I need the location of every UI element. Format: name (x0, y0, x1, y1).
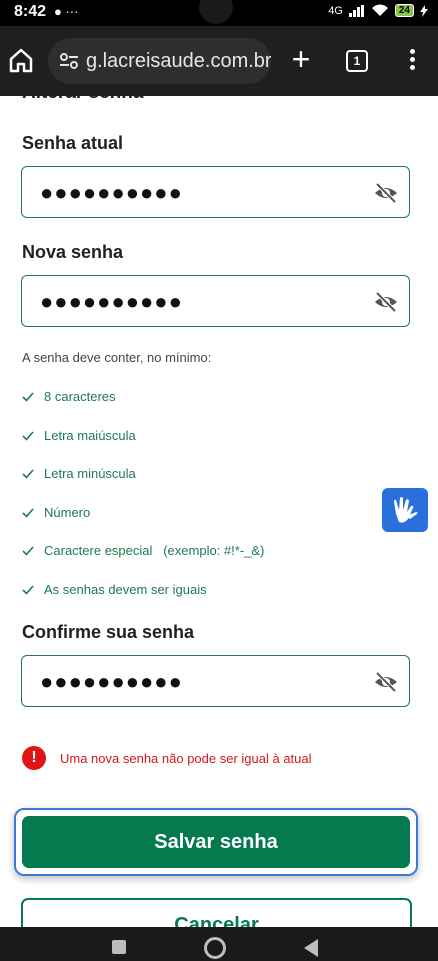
check-icon (22, 468, 34, 479)
rule-text: 8 caracteres (44, 389, 116, 404)
save-password-button[interactable]: Salvar senha (22, 816, 410, 868)
browser-toolbar: g.lacreisaude.com.br + 1 (0, 26, 438, 96)
new-password-value: ●●●●●●●●●● (40, 289, 183, 314)
error-icon: ! (22, 746, 46, 770)
new-tab-icon[interactable]: + (288, 43, 314, 76)
home-nav-icon[interactable] (204, 937, 226, 959)
rule-item: Letra minúscula (22, 466, 136, 481)
check-icon (22, 545, 34, 556)
current-password-label: Senha atual (22, 133, 124, 153)
site-settings-icon[interactable] (58, 50, 80, 72)
system-nav-bar (0, 927, 438, 961)
password-rules-intro: A senha deve conter, no mínimo: (22, 350, 212, 365)
check-icon (22, 584, 34, 595)
rule-item: Letra maiúscula (22, 428, 136, 443)
rule-text: As senhas devem ser iguais (44, 582, 207, 597)
url-text: g.lacreisaude.com.br (85, 49, 271, 72)
signal-icon (348, 4, 364, 17)
rule-item: As senhas devem ser iguais (22, 582, 207, 597)
error-message: ! Uma nova senha não pode ser igual à at… (22, 746, 312, 770)
cancel-button[interactable]: Cancelar (21, 898, 412, 927)
current-password-field[interactable]: ●●●●●●●●●● (21, 166, 410, 218)
notification-icons: ● ··· (54, 4, 79, 19)
recents-icon[interactable] (112, 940, 126, 954)
status-indicators: 4G 24 (328, 4, 428, 17)
confirm-password-label: Confirme sua senha (22, 622, 195, 642)
page-title: Alterar senha (22, 96, 143, 104)
wifi-icon (371, 4, 388, 16)
new-password-label: Nova senha (22, 242, 124, 262)
rule-item: 8 caracteres (22, 389, 116, 404)
camera-cutout (199, 0, 233, 24)
address-bar[interactable]: g.lacreisaude.com.br (48, 38, 271, 84)
status-bar: 8:42 ● ··· 4G 24 (0, 0, 438, 26)
rule-text: Número (44, 505, 91, 520)
check-icon (22, 507, 34, 518)
rule-text: Caractere especial (exemplo: #!*-_&) (44, 543, 265, 558)
eye-off-icon[interactable] (373, 181, 399, 205)
more-menu-icon[interactable] (402, 46, 422, 76)
change-password-form: Alterar senha Senha atual ●●●●●●●●●● Nov… (0, 96, 438, 927)
eye-off-icon[interactable] (373, 290, 399, 314)
network-type-label: 4G (328, 4, 343, 17)
tab-switcher-button[interactable]: 1 (346, 50, 368, 72)
rule-item: Número (22, 505, 90, 520)
rule-item: Caractere especial (exemplo: #!*-_&) (22, 543, 264, 558)
rule-text: Letra maiúscula (44, 428, 136, 443)
confirm-password-value: ●●●●●●●●●● (40, 669, 183, 694)
home-icon[interactable] (8, 46, 34, 74)
check-icon (22, 391, 34, 402)
rule-text: Letra minúscula (44, 466, 136, 481)
current-password-value: ●●●●●●●●●● (40, 180, 183, 205)
status-time: 8:42 (14, 3, 47, 20)
sign-language-icon[interactable] (382, 488, 428, 532)
battery-icon: 24 (394, 4, 414, 17)
charging-icon (420, 4, 428, 17)
back-icon[interactable] (304, 939, 318, 957)
confirm-password-field[interactable]: ●●●●●●●●●● (21, 655, 410, 707)
check-icon (22, 430, 34, 441)
eye-off-icon[interactable] (373, 670, 399, 694)
save-button-focus-ring: Salvar senha (14, 808, 418, 876)
new-password-field[interactable]: ●●●●●●●●●● (21, 275, 410, 327)
error-text: Uma nova senha não pode ser igual à atua… (60, 750, 312, 766)
